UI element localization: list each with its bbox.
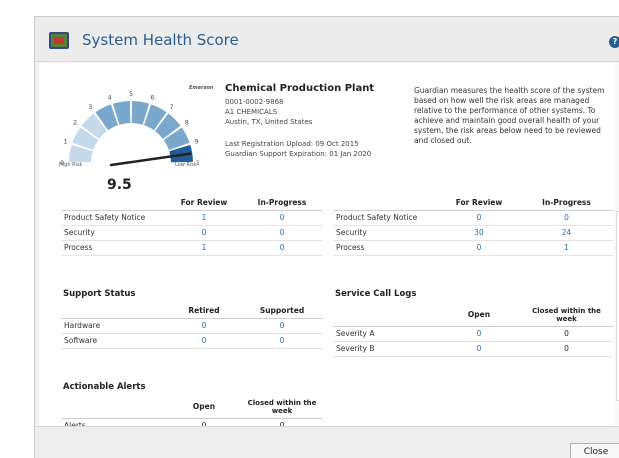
- table-row: Process 1 0: [61, 240, 323, 256]
- close-button[interactable]: Close: [570, 443, 619, 458]
- supported-count-link[interactable]: 0: [241, 333, 323, 349]
- actionable-alerts-title: Actionable Alerts: [63, 382, 146, 392]
- gauge-tick-label: 3: [89, 104, 93, 111]
- progress-count-link[interactable]: 0: [241, 225, 323, 241]
- open-count-link[interactable]: 0: [438, 326, 520, 342]
- table-row: Severity B 0 0: [333, 341, 613, 357]
- plant-info: Emerson Chemical Production Plant 0001-0…: [189, 83, 389, 183]
- service-call-logs-title: Service Call Logs: [335, 289, 417, 299]
- closed-count: 0: [241, 418, 323, 426]
- help-icon[interactable]: ?: [609, 36, 619, 48]
- row-label: Product Safety Notice: [333, 210, 438, 226]
- support-status-title: Support Status: [63, 289, 136, 299]
- service-call-logs-table: Open Closed within the week Severity A 0…: [333, 304, 613, 357]
- progress-count-link[interactable]: 1: [520, 240, 613, 256]
- high-risk-label: High Risk: [59, 162, 83, 168]
- table-row: Process 0 1: [333, 240, 613, 256]
- health-score-value: 9.5: [107, 177, 132, 193]
- col-header-open: Open: [167, 396, 241, 419]
- health-description: Guardian measures the health score of th…: [414, 86, 605, 145]
- table-row: Hardware 0 0: [61, 318, 323, 334]
- gauge-tick-label: 2: [73, 119, 77, 126]
- col-header-for-review: For Review: [438, 196, 520, 211]
- progress-count-link[interactable]: 0: [520, 210, 613, 226]
- actionable-alerts-table: Open Closed within the week Alerts 0 0: [61, 396, 323, 426]
- dialog-footer: Close: [35, 426, 619, 458]
- col-header-blank: [333, 304, 438, 327]
- vertical-scrollbar[interactable]: ⌃ ⌄: [615, 63, 619, 426]
- last-upload: Last Registration Upload: 09 Oct 2015: [225, 140, 359, 148]
- table-row: Security 30 24: [333, 225, 613, 241]
- table-row: Severity A 0 0: [333, 326, 613, 342]
- plant-location: Austin, TX, United States: [225, 118, 313, 126]
- table-row: Alerts 0 0: [61, 418, 323, 426]
- support-status-table: Retired Supported Hardware 0 0 Software …: [61, 304, 323, 349]
- row-label: Product Safety Notice: [61, 210, 167, 226]
- row-label: Process: [333, 240, 438, 256]
- support-expiration: Guardian Support Expiration: 01 Jan 2020: [225, 150, 372, 158]
- gauge-tick-label: 7: [170, 104, 174, 111]
- row-label: Hardware: [61, 318, 167, 334]
- risk-table-left: For Review In-Progress Product Safety No…: [61, 196, 323, 256]
- col-header-blank: [61, 396, 167, 419]
- health-gauge: 012345678910 High Risk Low Risk 9.5: [59, 83, 204, 198]
- gauge-tick-label: 1: [63, 139, 67, 146]
- system-health-dialog: System Health Score ? 012345678910 High …: [34, 16, 619, 458]
- plant-id: 0001-0002-9868: [225, 98, 284, 106]
- retired-count-link[interactable]: 0: [167, 333, 241, 349]
- col-header-retired: Retired: [167, 304, 241, 319]
- company-logo: Emerson: [189, 85, 214, 91]
- col-header-open: Open: [438, 304, 520, 327]
- row-label: Security: [333, 225, 438, 241]
- review-count-link[interactable]: 30: [438, 225, 520, 241]
- health-monitor-icon: [49, 32, 69, 49]
- plant-company: A1 CHEMICALS: [225, 108, 278, 116]
- review-count-link[interactable]: 0: [167, 225, 241, 241]
- table-row: Product Safety Notice 0 0: [333, 210, 613, 226]
- progress-count-link[interactable]: 24: [520, 225, 613, 241]
- dialog-title: System Health Score: [82, 31, 239, 49]
- open-count: 0: [167, 418, 241, 426]
- col-header-blank: [61, 196, 167, 211]
- col-header-blank: [333, 196, 438, 211]
- col-header-closed-week: Closed within the week: [241, 396, 323, 419]
- gauge-tick-label: 6: [150, 94, 154, 101]
- row-label: Severity B: [333, 341, 438, 357]
- gauge-tick-label: 4: [108, 94, 112, 101]
- row-label: Process: [61, 240, 167, 256]
- col-header-for-review: For Review: [167, 196, 241, 211]
- dialog-header: System Health Score ?: [35, 17, 619, 62]
- gauge-tick-label: 5: [129, 91, 133, 98]
- closed-count: 0: [520, 341, 613, 357]
- retired-count-link[interactable]: 0: [167, 318, 241, 334]
- closed-count: 0: [520, 326, 613, 342]
- review-count-link[interactable]: 0: [438, 210, 520, 226]
- supported-count-link[interactable]: 0: [241, 318, 323, 334]
- row-label: Severity A: [333, 326, 438, 342]
- plant-name: Chemical Production Plant: [225, 83, 375, 94]
- dialog-content: 012345678910 High Risk Low Risk 9.5 Emer…: [39, 63, 615, 426]
- review-count-link[interactable]: 1: [167, 240, 241, 256]
- table-row: Security 0 0: [61, 225, 323, 241]
- col-header-blank: [61, 304, 167, 319]
- row-label: Software: [61, 333, 167, 349]
- progress-count-link[interactable]: 0: [241, 240, 323, 256]
- col-header-supported: Supported: [241, 304, 323, 319]
- table-row: Product Safety Notice 1 0: [61, 210, 323, 226]
- review-count-link[interactable]: 1: [167, 210, 241, 226]
- col-header-in-progress: In-Progress: [241, 196, 323, 211]
- col-header-in-progress: In-Progress: [520, 196, 613, 211]
- row-label: Alerts: [61, 418, 167, 426]
- open-count-link[interactable]: 0: [438, 341, 520, 357]
- table-row: Software 0 0: [61, 333, 323, 349]
- risk-table-right: For Review In-Progress Product Safety No…: [333, 196, 613, 256]
- row-label: Security: [61, 225, 167, 241]
- progress-count-link[interactable]: 0: [241, 210, 323, 226]
- col-header-closed-week: Closed within the week: [520, 304, 613, 327]
- review-count-link[interactable]: 0: [438, 240, 520, 256]
